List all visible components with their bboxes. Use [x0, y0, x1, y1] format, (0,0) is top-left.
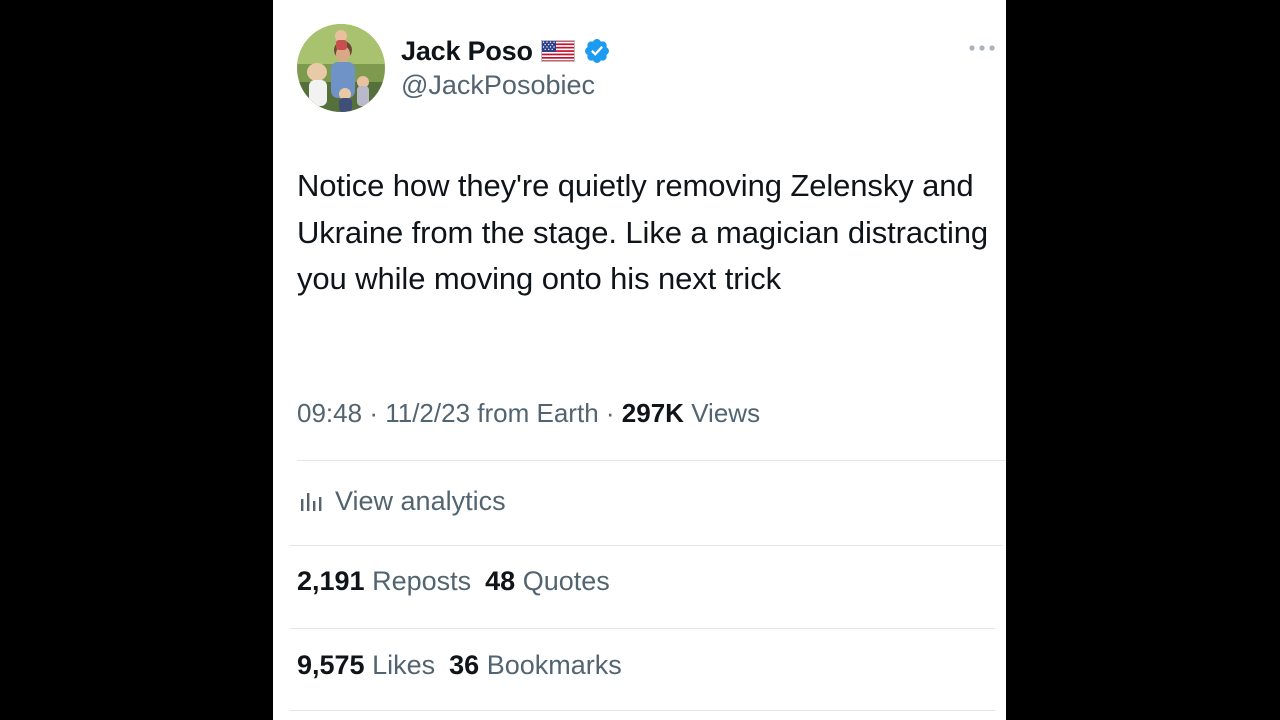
bookmarks-count: 36 — [449, 650, 480, 680]
bookmarks-link[interactable]: 36 Bookmarks — [449, 650, 622, 680]
views-count: 297K — [621, 398, 684, 428]
author-name-row: Jack Poso — [401, 32, 611, 70]
tweet-text: Notice how they're quietly removing Zele… — [297, 168, 989, 296]
author-handle[interactable]: @JackPosobiec — [401, 70, 595, 101]
engagement-row-reposts: 2,191 Reposts 48 Quotes — [297, 566, 610, 597]
reposts-label: Reposts — [372, 566, 472, 596]
reposts-count: 2,191 — [297, 566, 365, 596]
tweet-card: Jack Poso @JackPosobiec Notice how they'… — [273, 0, 1006, 720]
analytics-bars-icon — [301, 493, 322, 511]
more-options-icon[interactable] — [967, 36, 997, 60]
likes-link[interactable]: 9,575 Likes — [297, 650, 435, 680]
likes-label: Likes — [372, 650, 436, 680]
meta-separator: · — [605, 398, 615, 428]
reposts-link[interactable]: 2,191 Reposts — [297, 566, 471, 596]
meta-separator: · — [369, 398, 378, 428]
divider — [290, 628, 995, 629]
divider — [297, 460, 1006, 461]
quotes-link[interactable]: 48 Quotes — [485, 566, 610, 596]
avatar-photo — [297, 24, 385, 112]
engagement-row-likes: 9,575 Likes 36 Bookmarks — [297, 650, 622, 681]
quotes-label: Quotes — [522, 566, 610, 596]
view-analytics-button[interactable]: View analytics — [299, 481, 506, 521]
verified-badge-icon — [583, 37, 611, 65]
view-analytics-label: View analytics — [335, 485, 506, 516]
tweet-date[interactable]: 11/2/23 — [385, 398, 470, 428]
divider — [290, 545, 1002, 546]
divider — [290, 710, 995, 711]
tweet-meta: 09:48 · 11/2/23 from Earth · 297K Views — [297, 398, 760, 429]
likes-count: 9,575 — [297, 650, 365, 680]
bookmarks-label: Bookmarks — [486, 650, 622, 680]
views-label: Views — [691, 398, 761, 428]
author-display-name[interactable]: Jack Poso — [401, 36, 533, 67]
screen: Jack Poso @JackPosobiec Notice how they'… — [0, 0, 1280, 720]
tweet-time[interactable]: 09:48 — [297, 398, 362, 428]
tweet-source: from Earth — [477, 398, 599, 428]
quotes-count: 48 — [485, 566, 516, 596]
us-flag-icon — [540, 40, 575, 62]
avatar[interactable] — [297, 24, 385, 112]
